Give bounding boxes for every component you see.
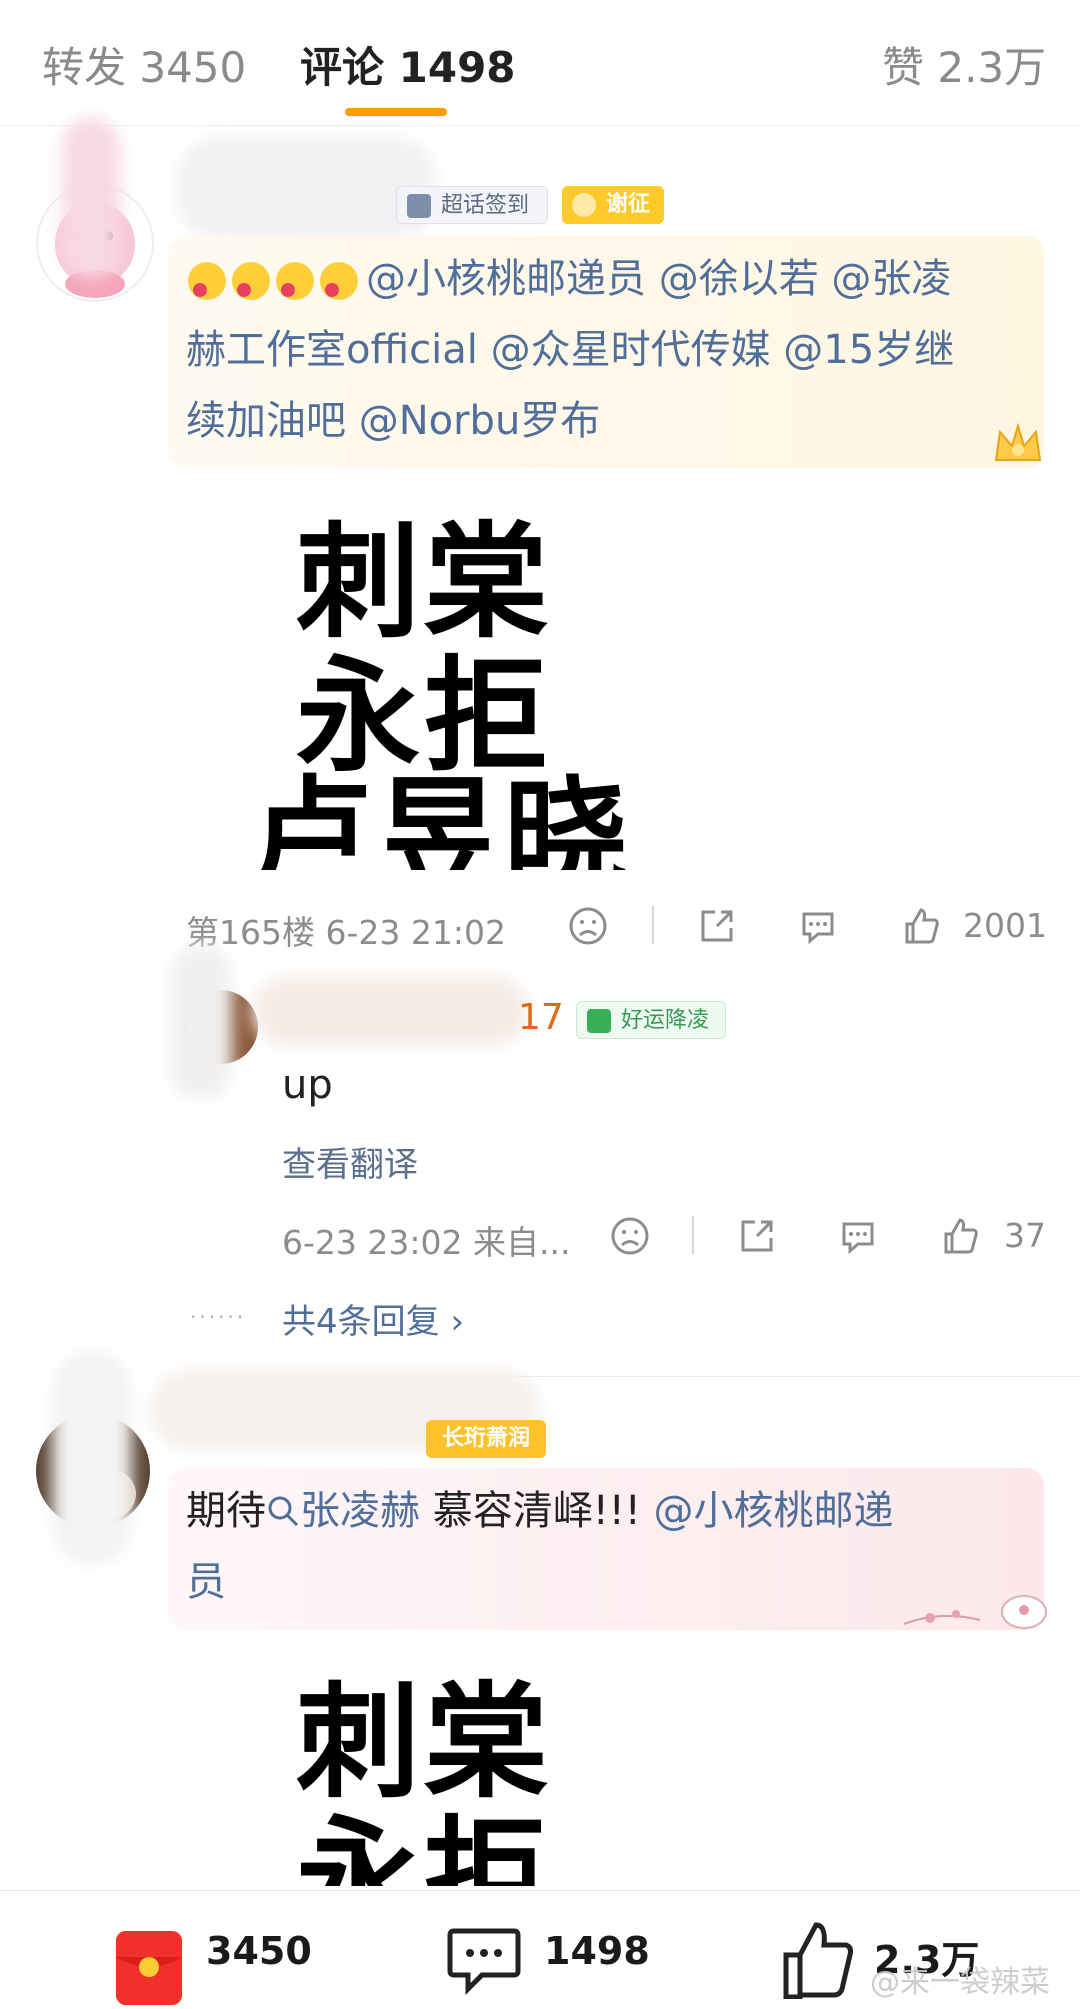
tab-repost[interactable]: 转发 3450 (42, 34, 246, 95)
like-thumb-icon[interactable] (780, 1919, 854, 2000)
comment-icon[interactable] (446, 1925, 522, 1996)
repost-red-packet-icon[interactable] (116, 1931, 182, 2005)
badge-fan[interactable]: 好运降凌 (576, 1001, 726, 1039)
comment-text-line3[interactable]: 续加油吧 @Norbu罗布 (186, 386, 600, 457)
replies-dots: ······ (190, 1305, 247, 1329)
reply-like-count: 37 (1004, 1216, 1046, 1255)
badge-level[interactable]: 谢征 (562, 186, 664, 224)
dislike-icon[interactable] (568, 906, 608, 946)
comment-text-line2[interactable]: 员 (186, 1547, 226, 1618)
view-all-replies[interactable]: 共4条回复 › (282, 1294, 464, 1343)
level-icon (572, 193, 596, 217)
reply-icon[interactable] (838, 1216, 878, 1256)
dislike-icon[interactable] (610, 1216, 650, 1256)
blurred-avatar-area (170, 944, 232, 1100)
like-count: 2001 (963, 906, 1047, 945)
tab-likes[interactable]: 赞 2.3万 (882, 34, 1046, 95)
comment-text-line1[interactable]: 期待 张凌赫 慕容清峄!!! @小核桃邮递 (186, 1476, 894, 1547)
blurred-avatar-area (52, 1350, 132, 1566)
translate-link[interactable]: 查看翻译 (282, 1137, 418, 1186)
share-icon[interactable] (737, 1216, 777, 1256)
tab-bar: 转发 3450 评论 1498 赞 2.3万 (0, 0, 1080, 126)
comment-count[interactable]: 1498 (544, 1929, 650, 1973)
divider (652, 906, 654, 944)
reply-username-suffix[interactable]: 17 (518, 997, 564, 1038)
search-icon (268, 1496, 299, 1527)
tab-active-indicator (345, 108, 447, 116)
image-text-line1: 刺棠 (296, 511, 553, 655)
like-icon[interactable] (940, 1216, 980, 1256)
crown-sticker-icon (990, 418, 1046, 468)
reply-text: up (282, 1062, 333, 1108)
share-icon[interactable] (697, 906, 737, 946)
repost-count[interactable]: 3450 (206, 1929, 312, 1973)
badge-checkin[interactable]: 超话签到 (396, 186, 548, 224)
check-icon (407, 194, 431, 218)
emoji-row (186, 258, 366, 304)
search-term-link[interactable]: 张凌赫 (266, 1488, 420, 1534)
reply-icon[interactable] (798, 906, 838, 946)
comment-text-line2[interactable]: 赫工作室official @众星时代传媒 @15岁继 (186, 315, 954, 386)
badge-fan[interactable]: 长珩萧润 (426, 1420, 546, 1458)
image-text-line1: 刺棠 (296, 1671, 553, 1815)
watermark: @来一袋辣菜 (870, 1965, 1050, 2000)
blurred-name-area (62, 118, 120, 278)
image-text-line3: 卢昱晓 (248, 765, 633, 870)
comment-image[interactable]: 刺棠 永拒 (186, 1660, 686, 1886)
check-icon (587, 1009, 611, 1033)
comment-image[interactable]: 刺棠 永拒 卢昱晓 (186, 500, 686, 870)
tab-comments[interactable]: 评论 1498 (300, 34, 516, 95)
blurred-reply-username (252, 976, 528, 1046)
reply-time-source: 6-23 23:02 来自... (282, 1223, 571, 1262)
divider (692, 1216, 694, 1254)
image-text-line2: 永拒 (296, 645, 553, 789)
floor-time: 第165楼 6-23 21:02 (186, 913, 506, 952)
teapot-sticker-icon (900, 1580, 1060, 1632)
like-icon[interactable] (901, 906, 941, 946)
image-text-line2: 永拒 (296, 1805, 553, 1886)
comment-text-line1[interactable]: @小核桃邮递员 @徐以若 @张凌 (366, 244, 951, 315)
